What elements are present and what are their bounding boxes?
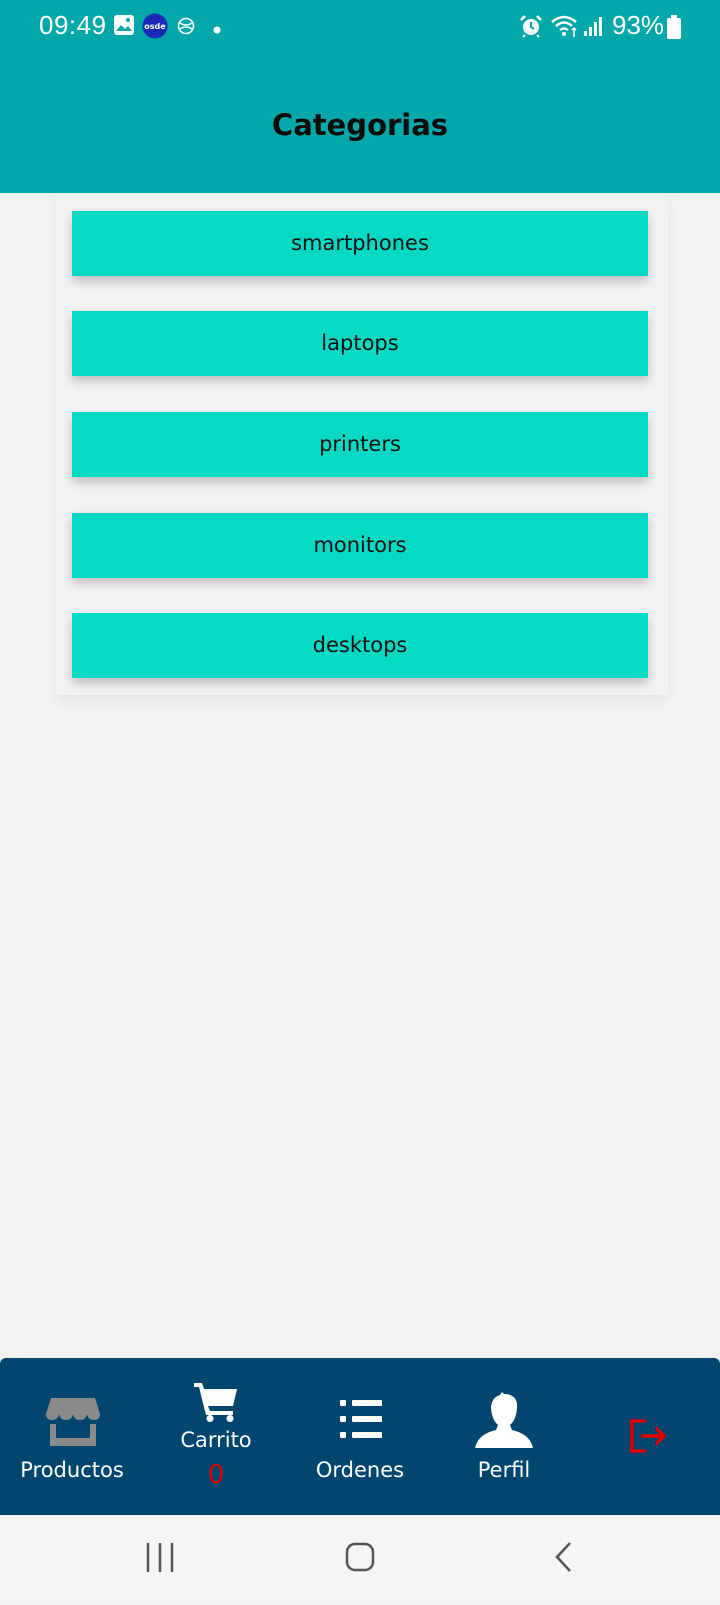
globe-icon (176, 16, 196, 41)
dot-icon (212, 22, 222, 40)
recent-apps-button[interactable] (120, 1515, 200, 1600)
nav-label-perfil: Perfil (477, 1458, 531, 1482)
logout-button[interactable] (584, 1358, 712, 1515)
alarm-icon (518, 13, 544, 44)
nav-item-carrito[interactable]: Carrito 0 (152, 1358, 280, 1515)
osde-app-icon: osde (142, 13, 168, 44)
status-time: 09:49 (39, 10, 107, 40)
list-icon (338, 1398, 384, 1445)
category-list: smartphones laptops printers monitors de… (56, 193, 668, 695)
nav-label-productos: Productos (20, 1458, 124, 1482)
home-button[interactable] (320, 1515, 400, 1600)
battery-icon (667, 15, 681, 44)
person-icon (474, 1392, 534, 1455)
recent-apps-icon (146, 1543, 174, 1572)
nav-item-perfil[interactable]: Perfil (440, 1358, 568, 1515)
cart-icon (193, 1380, 239, 1427)
bottom-navigation: Productos Carrito 0 Ordenes Perfil (0, 1358, 720, 1515)
battery-percentage: 93% (612, 10, 665, 40)
system-navigation-bar (0, 1515, 720, 1600)
back-button[interactable] (523, 1515, 603, 1600)
status-bar: 09:49 osde 93% (0, 0, 720, 54)
category-button-monitors[interactable]: monitors (72, 513, 648, 578)
nav-item-productos[interactable]: Productos (8, 1358, 136, 1515)
nav-label-ordenes: Ordenes (315, 1458, 405, 1482)
category-button-smartphones[interactable]: smartphones (72, 211, 648, 276)
nav-item-ordenes[interactable]: Ordenes (296, 1358, 424, 1515)
logout-icon (628, 1418, 668, 1459)
app-header: Categorias (0, 54, 720, 193)
svg-text:osde: osde (144, 22, 166, 31)
back-icon (555, 1542, 571, 1572)
category-button-laptops[interactable]: laptops (72, 311, 648, 376)
home-icon (345, 1542, 375, 1572)
storefront-icon (45, 1396, 101, 1453)
cart-count-badge: 0 (207, 1460, 225, 1490)
category-button-printers[interactable]: printers (72, 412, 648, 477)
page-title: Categorias (271, 108, 449, 142)
category-button-desktops[interactable]: desktops (72, 613, 648, 678)
nav-label-carrito: Carrito (180, 1428, 252, 1452)
signal-icon (583, 15, 605, 42)
gallery-icon (113, 14, 135, 41)
wifi-icon (550, 13, 580, 44)
